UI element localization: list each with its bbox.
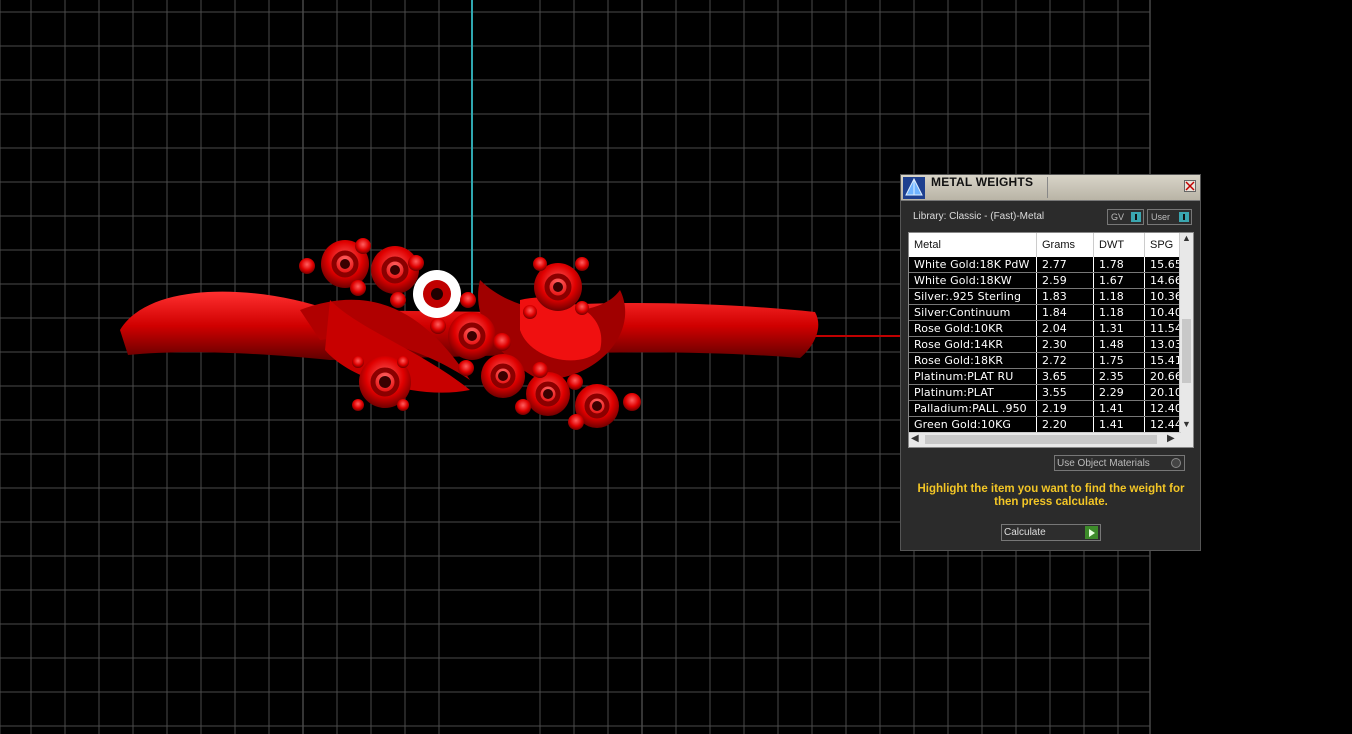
dwt-cell: 1.75 bbox=[1094, 353, 1145, 368]
table-row[interactable]: White Gold:18KW 2.59 1.67 14.66 bbox=[909, 273, 1181, 289]
table-header: Metal Grams DWT SPG bbox=[909, 233, 1181, 257]
radio-indicator-icon bbox=[1171, 458, 1181, 468]
vertical-scrollbar[interactable]: ▲ ▼ bbox=[1179, 233, 1193, 433]
panel-title: METAL WEIGHTS bbox=[931, 175, 1034, 189]
metal-cell: Platinum:PLAT RU bbox=[909, 369, 1037, 384]
metal-cell: Silver:Continuum bbox=[909, 305, 1037, 320]
vertical-scroll-thumb[interactable] bbox=[1182, 319, 1191, 383]
column-header-dwt[interactable]: DWT bbox=[1094, 233, 1145, 257]
user-label: User bbox=[1151, 212, 1171, 222]
grams-cell: 2.59 bbox=[1037, 273, 1094, 288]
table-row[interactable]: Platinum:PLAT RU 3.65 2.35 20.66 bbox=[909, 369, 1181, 385]
close-icon bbox=[1185, 181, 1195, 191]
horizontal-scroll-thumb[interactable] bbox=[925, 435, 1157, 444]
grams-cell: 2.20 bbox=[1037, 417, 1094, 432]
scroll-left-icon[interactable]: ◀ bbox=[911, 433, 919, 444]
spg-cell: 12.40 bbox=[1150, 402, 1181, 415]
metal-cell: Rose Gold:18KR bbox=[909, 353, 1037, 368]
title-separator bbox=[1047, 177, 1048, 198]
grams-cell: 1.84 bbox=[1037, 305, 1094, 320]
instructions-text: Highlight the item you want to find the … bbox=[917, 483, 1185, 508]
table-row[interactable]: Silver:.925 Sterling 1.83 1.18 10.36 bbox=[909, 289, 1181, 305]
dwt-cell: 2.29 bbox=[1094, 385, 1145, 400]
grams-cell: 2.72 bbox=[1037, 353, 1094, 368]
use-object-materials-label: Use Object Materials bbox=[1057, 458, 1150, 469]
metal-cell: Platinum:PLAT bbox=[909, 385, 1037, 400]
horizontal-scrollbar[interactable]: ◀ ▶ bbox=[909, 432, 1181, 447]
table-row[interactable]: Rose Gold:10KR 2.04 1.31 11.54 bbox=[909, 321, 1181, 337]
dwt-cell: 1.18 bbox=[1094, 305, 1145, 320]
dwt-cell: 1.48 bbox=[1094, 337, 1145, 352]
table-row[interactable]: Silver:Continuum 1.84 1.18 10.40 bbox=[909, 305, 1181, 321]
grams-cell: 2.77 bbox=[1037, 257, 1094, 272]
column-header-spg[interactable]: SPG bbox=[1145, 233, 1181, 257]
column-header-metal[interactable]: Metal bbox=[909, 233, 1037, 257]
dwt-cell: 1.41 bbox=[1094, 417, 1145, 432]
spg-cell: 20.10 bbox=[1150, 386, 1181, 399]
metal-cell: White Gold:18K PdW bbox=[909, 257, 1037, 272]
metal-cell: Rose Gold:14KR bbox=[909, 337, 1037, 352]
dwt-cell: 1.31 bbox=[1094, 321, 1145, 336]
spg-cell: 10.40 bbox=[1150, 306, 1181, 319]
dwt-cell: 1.67 bbox=[1094, 273, 1145, 288]
metal-cell: Rose Gold:10KR bbox=[909, 321, 1037, 336]
metal-cell: White Gold:18KW bbox=[909, 273, 1037, 288]
spg-cell: 12.44 bbox=[1150, 418, 1181, 431]
metal-cell: Silver:.925 Sterling bbox=[909, 289, 1037, 304]
table-row[interactable]: Palladium:PALL .950 2.19 1.41 12.40 bbox=[909, 401, 1181, 417]
calculate-button[interactable]: Calculate bbox=[1001, 524, 1101, 541]
spg-cell: 15.41 bbox=[1150, 354, 1181, 367]
dwt-cell: 2.35 bbox=[1094, 369, 1145, 384]
play-icon bbox=[1085, 526, 1098, 539]
metal-cell: Palladium:PALL .950 bbox=[909, 401, 1037, 416]
grams-cell: 3.55 bbox=[1037, 385, 1094, 400]
spg-cell: 13.03 bbox=[1150, 338, 1181, 351]
ring-model[interactable] bbox=[120, 238, 819, 430]
gv-indicator-icon bbox=[1131, 212, 1141, 222]
table-row[interactable]: Green Gold:10KG 2.20 1.41 12.44 bbox=[909, 417, 1181, 433]
grams-cell: 3.65 bbox=[1037, 369, 1094, 384]
user-indicator-icon bbox=[1179, 212, 1189, 222]
column-header-grams[interactable]: Grams bbox=[1037, 233, 1094, 257]
grams-cell: 2.04 bbox=[1037, 321, 1094, 336]
scroll-right-icon[interactable]: ▶ bbox=[1167, 433, 1175, 444]
panel-titlebar[interactable]: METAL WEIGHTS bbox=[901, 175, 1200, 201]
dwt-cell: 1.78 bbox=[1094, 257, 1145, 272]
matrix-logo-icon bbox=[903, 177, 925, 199]
scroll-corner bbox=[1180, 433, 1193, 447]
gv-toggle[interactable]: GV bbox=[1107, 209, 1144, 225]
spg-cell: 10.36 bbox=[1150, 290, 1181, 303]
spg-cell: 15.65 bbox=[1150, 258, 1181, 271]
spg-cell: 20.66 bbox=[1150, 370, 1181, 383]
scroll-down-icon[interactable]: ▼ bbox=[1182, 419, 1191, 429]
grams-cell: 1.83 bbox=[1037, 289, 1094, 304]
spg-cell: 14.66 bbox=[1150, 274, 1181, 287]
metal-table[interactable]: Metal Grams DWT SPG White Gold:18K PdW 2.… bbox=[908, 232, 1194, 448]
grams-cell: 2.19 bbox=[1037, 401, 1094, 416]
spg-cell: 11.54 bbox=[1150, 322, 1181, 335]
library-label: Library: Classic - (Fast)-Metal bbox=[913, 211, 1045, 222]
user-toggle[interactable]: User bbox=[1147, 209, 1192, 225]
table-body: White Gold:18K PdW 2.77 1.78 15.65 White Gol… bbox=[909, 257, 1181, 433]
use-object-materials-toggle[interactable]: Use Object Materials bbox=[1054, 455, 1185, 471]
calculate-label: Calculate bbox=[1004, 527, 1046, 538]
grams-cell: 2.30 bbox=[1037, 337, 1094, 352]
table-row[interactable]: Rose Gold:14KR 2.30 1.48 13.03 bbox=[909, 337, 1181, 353]
metal-weights-panel: METAL WEIGHTS Library: Classic - (Fast)-… bbox=[900, 174, 1201, 551]
table-row[interactable]: White Gold:18K PdW 2.77 1.78 15.65 bbox=[909, 257, 1181, 273]
dwt-cell: 1.18 bbox=[1094, 289, 1145, 304]
dwt-cell: 1.41 bbox=[1094, 401, 1145, 416]
gv-label: GV bbox=[1111, 212, 1125, 222]
metal-cell: Green Gold:10KG bbox=[909, 417, 1037, 432]
scroll-up-icon[interactable]: ▲ bbox=[1182, 233, 1191, 243]
table-row[interactable]: Rose Gold:18KR 2.72 1.75 15.41 bbox=[909, 353, 1181, 369]
table-row[interactable]: Platinum:PLAT 3.55 2.29 20.10 bbox=[909, 385, 1181, 401]
close-button[interactable] bbox=[1184, 180, 1196, 192]
